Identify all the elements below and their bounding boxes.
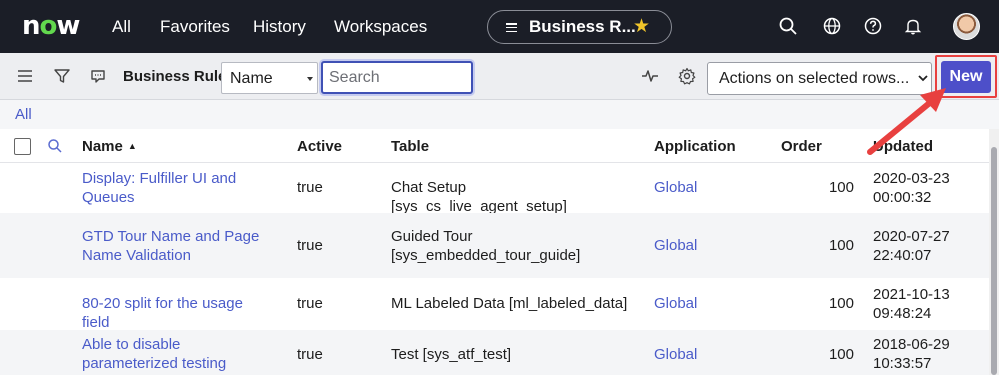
menu-icon[interactable]: [15, 66, 35, 86]
order-cell: 100: [828, 295, 854, 312]
record-name-link[interactable]: Display: Fulfiller UI and Queues: [82, 169, 272, 207]
search-field-select[interactable]: Name: [221, 62, 318, 94]
table-row: Able to disable parameterized testing tr…: [0, 330, 989, 375]
active-cell: true: [297, 179, 323, 196]
table-row: Display: Fulfiller UI and Queues true Ch…: [0, 163, 989, 215]
chat-icon[interactable]: [88, 66, 108, 86]
column-header-order[interactable]: Order: [781, 138, 822, 155]
column-search-icon[interactable]: [47, 138, 63, 154]
active-cell: true: [297, 237, 323, 254]
column-header-updated[interactable]: Updated: [873, 138, 933, 155]
order-cell: 100: [828, 179, 854, 196]
updated-cell: 2020-07-27 22:40:07: [873, 228, 950, 264]
record-name-link[interactable]: Able to disable parameterized testing: [82, 335, 272, 373]
application-link[interactable]: Global: [654, 236, 697, 255]
new-button[interactable]: New: [941, 61, 991, 93]
gear-icon[interactable]: [677, 66, 697, 86]
context-title: Business R...: [529, 17, 636, 36]
list-icon: [506, 23, 517, 33]
list-toolbar: Business Rules Name Actions on selected …: [0, 53, 999, 100]
breadcrumb-all[interactable]: All: [15, 107, 32, 123]
filter-breadcrumb-bar: All: [0, 100, 999, 129]
search-field-select-value: Name: [230, 70, 273, 87]
table-header: Name ▲ Active Table Application Order Upd…: [0, 129, 999, 163]
vertical-scrollbar[interactable]: [989, 129, 999, 375]
select-all-checkbox[interactable]: [14, 138, 31, 155]
list-title: Business Rules: [123, 68, 235, 85]
application-link[interactable]: Global: [654, 345, 697, 364]
actions-select[interactable]: Actions on selected rows...: [707, 62, 932, 95]
table-row: 80-20 split for the usage field true ML …: [0, 278, 989, 332]
now-logo[interactable]: now: [22, 13, 80, 39]
scrollbar-thumb[interactable]: [991, 147, 997, 375]
column-header-active[interactable]: Active: [297, 138, 342, 155]
chevron-down-icon: [918, 75, 928, 82]
column-header-table[interactable]: Table: [391, 138, 429, 155]
table-cell: Guided Tour [sys_embedded_tour_guide]: [391, 228, 581, 264]
active-cell: true: [297, 346, 323, 363]
table-row: GTD Tour Name and Page Name Validation t…: [0, 213, 989, 278]
pulse-icon[interactable]: [640, 66, 660, 86]
active-cell: true: [297, 295, 323, 312]
nav-link-all[interactable]: All: [112, 17, 131, 37]
caret-down-icon: [307, 77, 313, 81]
table-cell: ML Labeled Data [ml_labeled_data]: [391, 295, 628, 312]
updated-cell: 2018-06-29 10:33:57: [873, 336, 950, 372]
column-header-name[interactable]: Name ▲: [82, 138, 137, 157]
actions-select-value: Actions on selected rows...: [719, 70, 910, 87]
nav-link-history[interactable]: History: [253, 17, 306, 37]
avatar[interactable]: [953, 13, 980, 40]
record-name-link[interactable]: 80-20 split for the usage field: [82, 294, 272, 332]
application-link[interactable]: Global: [654, 178, 697, 197]
star-icon[interactable]: ★: [633, 17, 650, 37]
top-navigation-bar: now All Favorites History Workspaces Bus…: [0, 0, 999, 53]
search-icon[interactable]: [778, 16, 798, 36]
help-icon[interactable]: [863, 16, 883, 36]
bell-icon[interactable]: [903, 16, 923, 36]
order-cell: 100: [828, 346, 854, 363]
search-input[interactable]: [321, 61, 473, 94]
column-header-application[interactable]: Application: [654, 138, 736, 155]
table-cell: Test [sys_atf_test]: [391, 346, 512, 363]
application-link[interactable]: Global: [654, 294, 697, 313]
sort-ascending-icon: ▲: [127, 141, 137, 151]
record-name-link[interactable]: GTD Tour Name and Page Name Validation: [82, 227, 272, 265]
globe-icon[interactable]: [822, 16, 842, 36]
table-cell: Chat Setup [sys_cs_live_agent_setup]: [391, 179, 567, 215]
updated-cell: 2020-03-23 00:00:32: [873, 170, 950, 206]
updated-cell: 2021-10-13 09:48:24: [873, 286, 950, 322]
filter-icon[interactable]: [52, 66, 72, 86]
nav-link-favorites[interactable]: Favorites: [160, 17, 230, 37]
nav-link-workspaces[interactable]: Workspaces: [334, 17, 427, 37]
context-pill[interactable]: Business R... ★: [487, 10, 672, 44]
order-cell: 100: [828, 237, 854, 254]
